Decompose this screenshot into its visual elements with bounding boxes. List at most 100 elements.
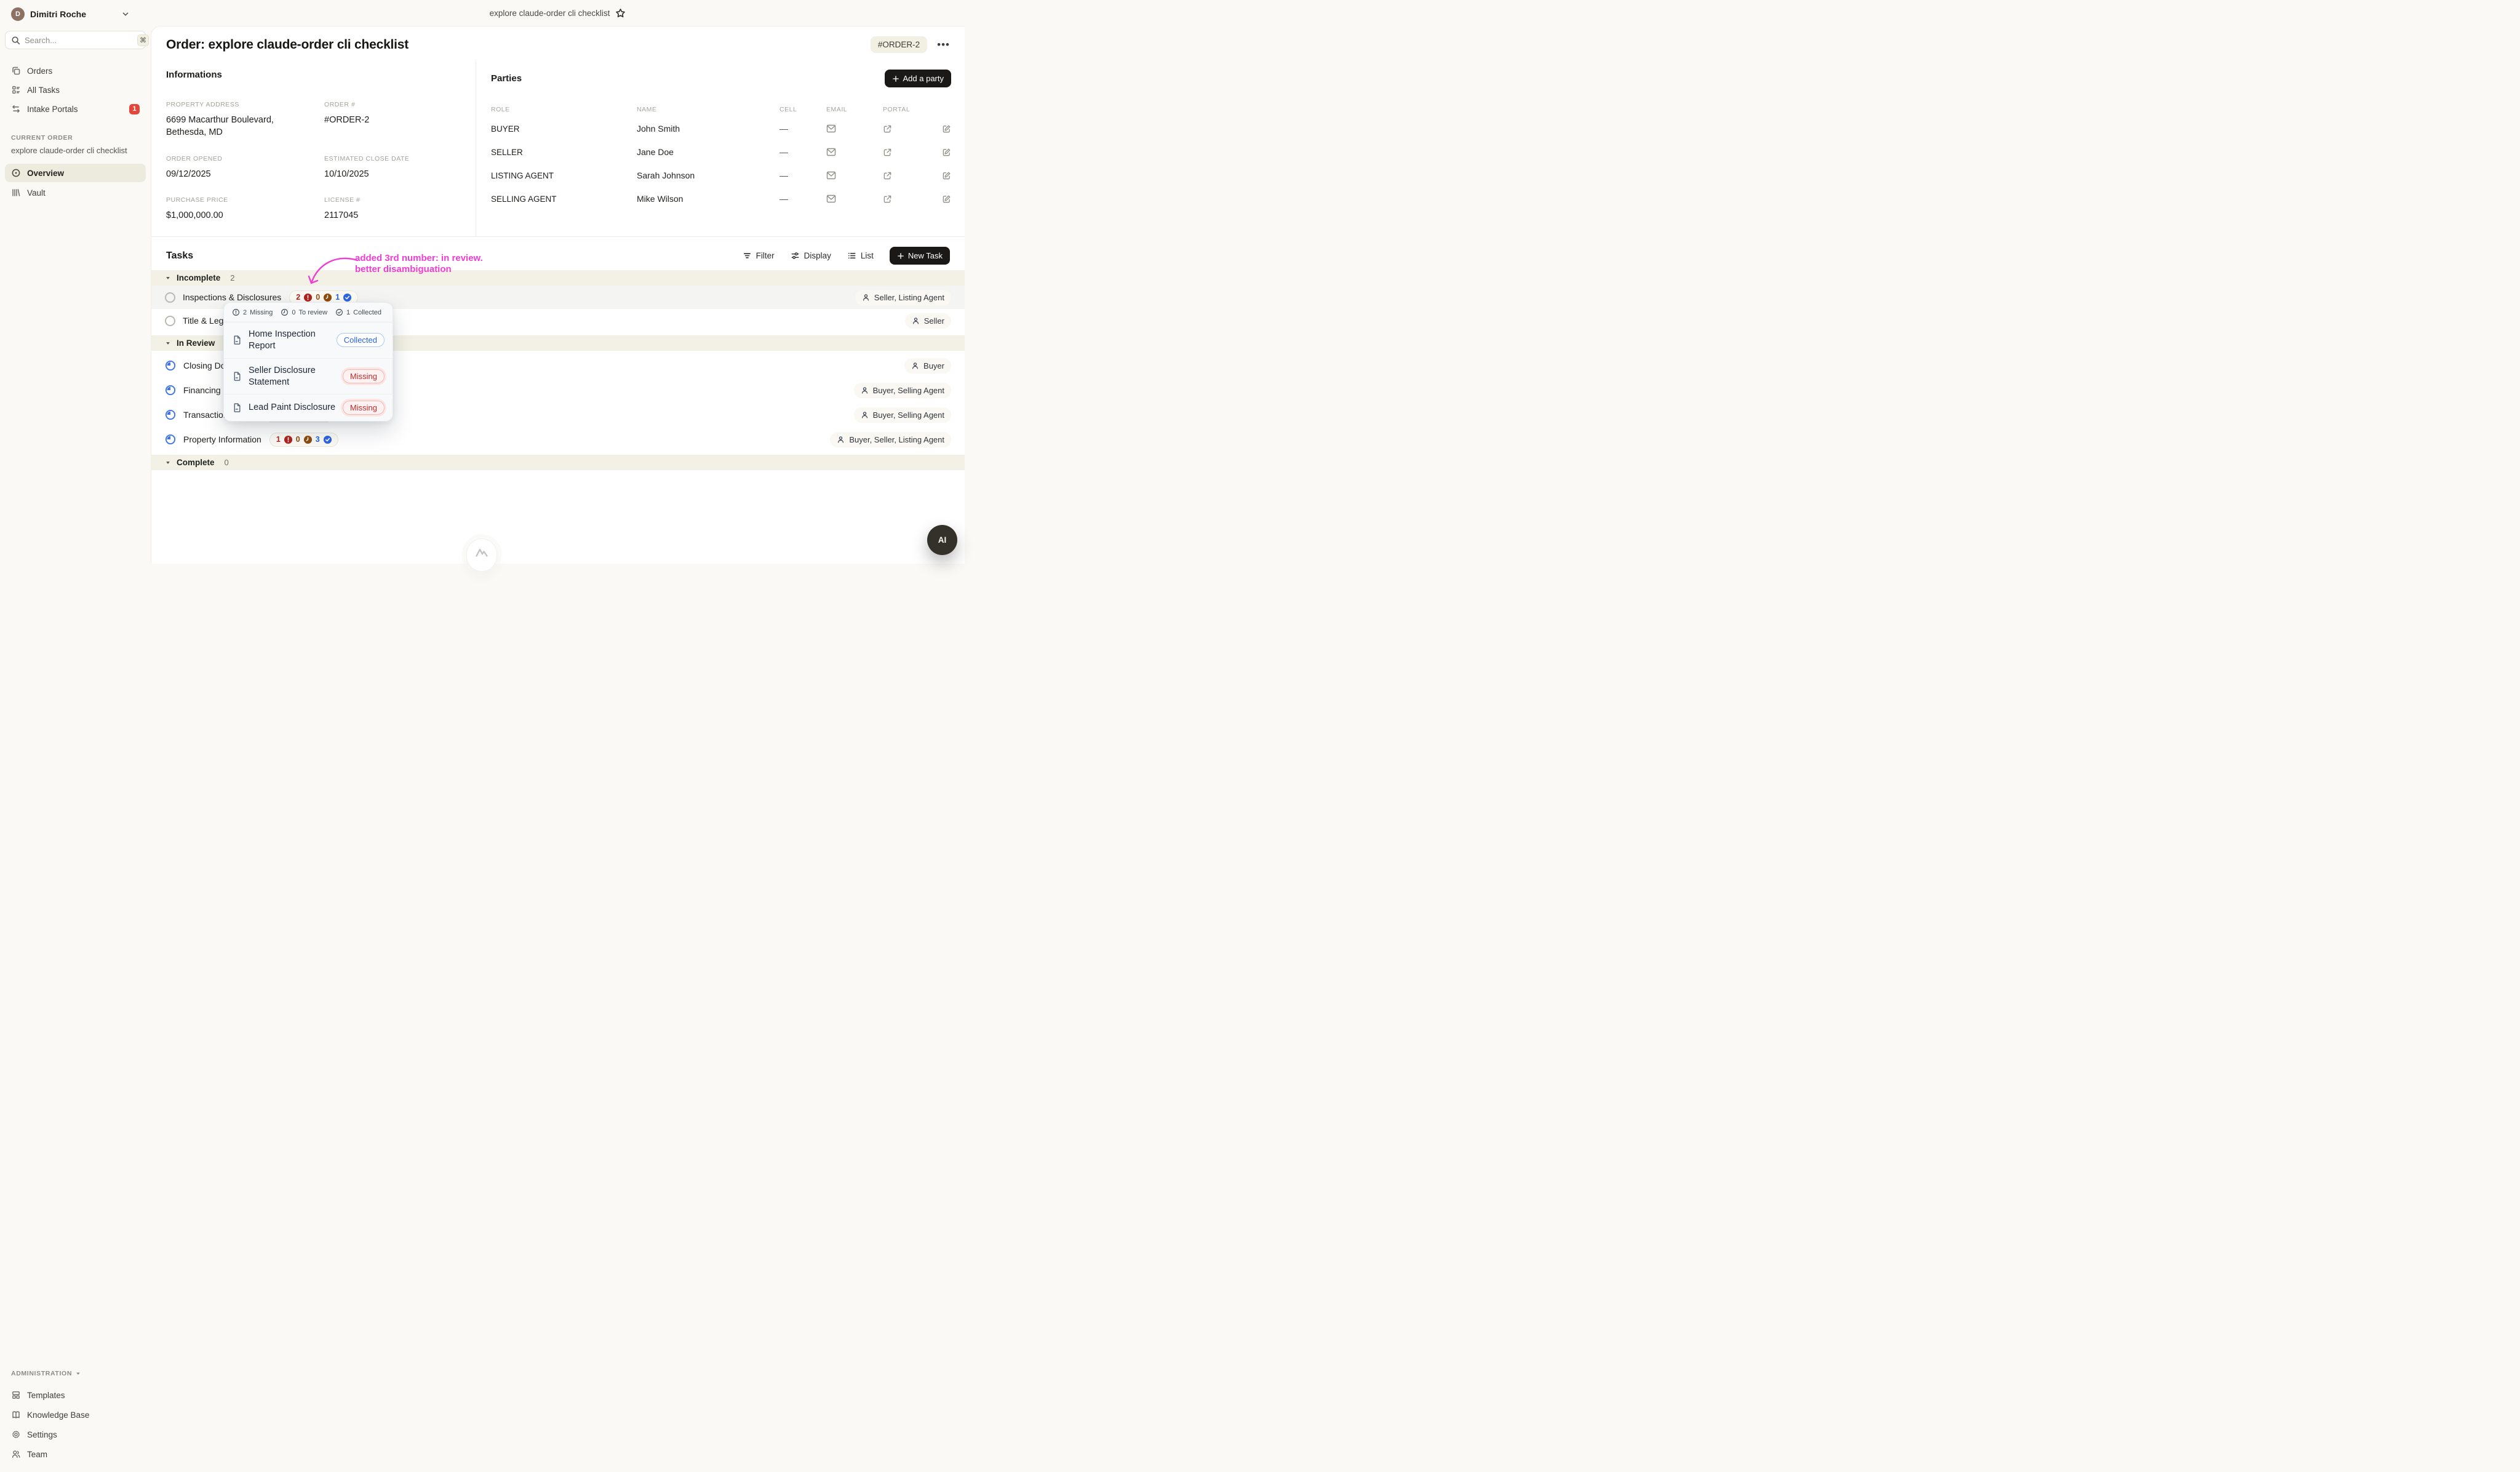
party-cell: — <box>780 194 826 204</box>
info-field-purchase-price: PURCHASE PRICE $1,000,000.00 <box>166 196 324 222</box>
more-icon[interactable]: ••• <box>937 39 950 51</box>
edit-party-icon[interactable] <box>942 124 951 134</box>
document-item[interactable]: Lead Paint Disclosure Missing <box>224 394 393 421</box>
review-count: 0 <box>316 293 320 302</box>
assignee-names: Buyer, Seller, Listing Agent <box>849 435 944 444</box>
star-icon[interactable] <box>615 8 626 18</box>
task-status-circle-icon[interactable] <box>165 292 175 303</box>
assignee-names: Buyer, Selling Agent <box>873 386 944 395</box>
table-row: LISTING AGENT Sarah Johnson — <box>491 164 951 187</box>
list-view-button[interactable]: List <box>847 251 874 260</box>
assignee-names: Buyer, Selling Agent <box>873 410 944 420</box>
assignee-pill[interactable]: Seller, Listing Agent <box>855 290 951 305</box>
person-icon <box>861 411 869 419</box>
document-name: Home Inspection Report <box>249 329 330 352</box>
collected-check-filled-icon <box>323 435 332 444</box>
sidebar-item-label: Knowledge Base <box>27 1410 89 1420</box>
ai-assistant-button[interactable]: AI <box>927 525 957 555</box>
party-name: Sarah Johnson <box>637 170 780 180</box>
field-value: 10/10/2025 <box>324 168 444 180</box>
in-review-clock-icon <box>165 385 176 396</box>
document-item[interactable]: Seller Disclosure Statement Missing <box>224 359 393 395</box>
sidebar-item-knowledge-base[interactable]: Knowledge Base <box>5 1406 146 1424</box>
current-order-label: CURRENT ORDER <box>11 134 140 142</box>
section-complete[interactable]: Complete 0 <box>151 455 965 470</box>
email-icon[interactable] <box>826 124 883 133</box>
email-icon[interactable] <box>826 171 883 180</box>
person-icon <box>911 362 919 370</box>
filter-icon <box>743 251 752 260</box>
assignee-pill[interactable]: Buyer, Seller, Listing Agent <box>830 432 951 447</box>
assignee-pill[interactable]: Buyer, Selling Agent <box>854 383 951 398</box>
stat-label: Collected <box>353 309 381 316</box>
portal-link-icon[interactable] <box>883 124 936 134</box>
sidebar-item-orders[interactable]: Orders <box>5 62 146 80</box>
edit-party-icon[interactable] <box>942 148 951 157</box>
collected-count: 3 <box>316 435 320 444</box>
book-icon <box>11 1410 21 1420</box>
portal-link-icon[interactable] <box>883 148 936 157</box>
col-name: NAME <box>637 106 780 113</box>
mountain-icon <box>475 546 488 558</box>
search-input[interactable] <box>25 36 133 45</box>
plus-icon <box>897 252 904 260</box>
document-item[interactable]: Home Inspection Report Collected <box>224 322 393 359</box>
sidebar-item-all-tasks[interactable]: All Tasks <box>5 81 146 99</box>
email-icon[interactable] <box>826 194 883 203</box>
gear-icon <box>11 1430 21 1439</box>
search-box[interactable]: ⌘ K <box>5 31 146 49</box>
assignee-pill[interactable]: Buyer <box>904 358 951 374</box>
edit-party-icon[interactable] <box>942 171 951 180</box>
assignee-pill[interactable]: Buyer, Selling Agent <box>854 407 951 423</box>
person-icon <box>861 386 869 394</box>
info-field-close-date: ESTIMATED CLOSE DATE 10/10/2025 <box>324 155 461 180</box>
new-task-button[interactable]: New Task <box>890 247 950 265</box>
task-row-property-information[interactable]: Property Information 1 0 3 Buyer, Seller… <box>151 427 965 452</box>
filter-button[interactable]: Filter <box>743 251 775 260</box>
sidebar-item-intake-portals[interactable]: Intake Portals 1 <box>5 100 146 118</box>
portal-link-icon[interactable] <box>883 194 936 204</box>
order-card: Order: explore claude-order cli checklis… <box>151 26 965 564</box>
annotation-line1: added 3rd number: in review. <box>355 253 483 264</box>
plus-icon <box>892 75 899 82</box>
doc-count-badge[interactable]: 1 0 3 <box>269 433 338 447</box>
current-order-name: explore claude-order cli checklist <box>11 146 140 155</box>
review-clock-filled-icon <box>323 293 332 302</box>
person-icon <box>912 317 920 325</box>
info-field-license: LICENSE # 2117045 <box>324 196 461 222</box>
informations-section: Informations PROPERTY ADDRESS 6699 Macar… <box>151 61 476 236</box>
table-row: BUYER John Smith — <box>491 117 951 140</box>
sidebar-item-settings[interactable]: Settings <box>5 1425 146 1444</box>
field-label: LICENSE # <box>324 196 461 204</box>
section-incomplete[interactable]: Incomplete 2 <box>151 270 965 286</box>
tasks-toolbar: Tasks Filter Display List New Task <box>151 237 965 265</box>
admin-header[interactable]: ADMINISTRATION <box>11 1370 140 1377</box>
field-value: 6699 Macarthur Boulevard, Bethesda, MD <box>166 114 286 139</box>
display-button[interactable]: Display <box>791 251 831 260</box>
table-row: SELLER Jane Doe — <box>491 140 951 164</box>
assignee-pill[interactable]: Seller <box>905 313 951 329</box>
document-icon <box>232 402 242 413</box>
annotation-note: added 3rd number: in review. better disa… <box>355 253 483 276</box>
parties-table: ROLE NAME CELL EMAIL PORTAL BUYER John S… <box>491 102 951 210</box>
missing-count: 1 <box>276 435 281 444</box>
sidebar-item-overview[interactable]: Overview <box>5 164 146 182</box>
task-status-circle-icon[interactable] <box>165 316 175 326</box>
email-icon[interactable] <box>826 148 883 156</box>
caret-down-icon <box>165 340 171 346</box>
edit-party-icon[interactable] <box>942 194 951 204</box>
stat-to-review: 0 To review <box>281 308 327 316</box>
party-name: Mike Wilson <box>637 194 780 204</box>
sidebar-item-templates[interactable]: Templates <box>5 1386 146 1404</box>
add-party-button[interactable]: Add a party <box>885 70 952 87</box>
task-name: Property Information <box>183 434 261 444</box>
user-menu[interactable]: D Dimitri Roche <box>5 6 146 22</box>
sidebar-item-team[interactable]: Team <box>5 1445 146 1463</box>
sidebar-item-vault[interactable]: Vault <box>5 183 146 202</box>
document-name: Seller Disclosure Statement <box>249 365 337 388</box>
section-count: 0 <box>225 458 229 467</box>
portal-link-icon[interactable] <box>883 171 936 180</box>
stat-count: 1 <box>346 309 350 316</box>
section-label: Incomplete <box>177 273 220 282</box>
popover-stats: 2 Missing 0 To review 1 Collected <box>224 303 393 322</box>
